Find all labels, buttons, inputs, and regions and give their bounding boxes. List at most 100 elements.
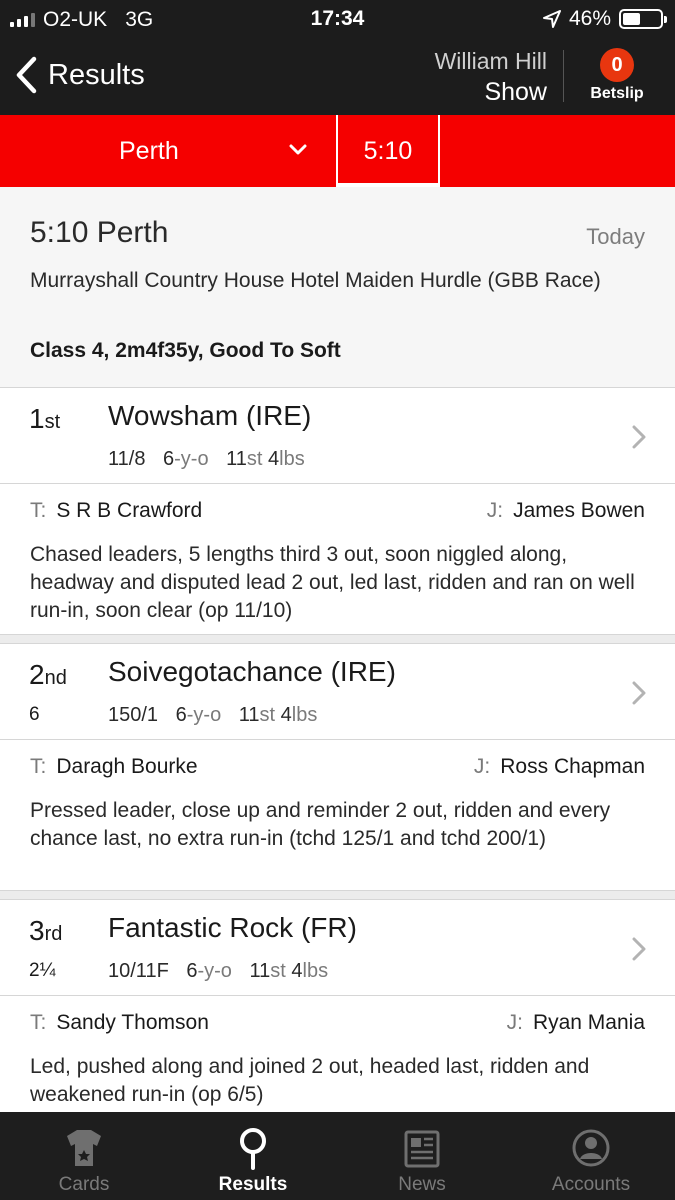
odds: 10/11F xyxy=(108,960,169,982)
back-button[interactable]: Results xyxy=(14,56,145,94)
finish-position: 1st xyxy=(29,403,60,435)
horse-name: Soivegotachance (IRE) xyxy=(108,656,396,687)
runner-row[interactable]: 2nd 6 Soivegotachance (IRE) 150/1 6-y-o … xyxy=(0,644,675,740)
jockey-name: Ross Chapman xyxy=(500,755,645,778)
newspaper-icon xyxy=(404,1130,440,1168)
account-icon xyxy=(572,1129,610,1167)
tab-accounts[interactable]: Accounts xyxy=(507,1112,675,1200)
tab-label: Cards xyxy=(58,1174,110,1195)
position-suffix: st xyxy=(44,411,61,433)
course-dropdown[interactable]: Perth xyxy=(0,115,336,187)
stones-unit: st xyxy=(246,448,263,470)
weight-stones: 11 xyxy=(249,960,271,982)
nav-bar: Results William Hill Show 0 Betslip xyxy=(0,38,675,115)
battery-icon xyxy=(619,9,667,29)
trainer-key: T: xyxy=(30,1011,47,1034)
chevron-right-icon xyxy=(632,425,646,449)
jockey-silks-icon xyxy=(67,1130,101,1166)
tab-cards[interactable]: Cards xyxy=(0,1112,168,1200)
race-comment: Led, pushed along and joined 2 out, head… xyxy=(30,1055,590,1106)
runner-row[interactable]: 1st Wowsham (IRE) 11/8 6-y-o 11st 4lbs xyxy=(0,388,675,484)
magnifier-icon xyxy=(240,1128,266,1170)
jockey-name: James Bowen xyxy=(513,499,645,522)
tab-results[interactable]: Results xyxy=(169,1112,337,1200)
race-day: Today xyxy=(586,224,645,249)
race-selector: Perth 5:10 xyxy=(0,115,675,187)
position-number: 1 xyxy=(29,403,45,434)
brand-name: William Hill xyxy=(434,48,547,74)
age-number: 6 xyxy=(163,448,175,470)
pounds-unit: lbs xyxy=(302,960,329,982)
race-class-info: Class 4, 2m4f35y, Good To Soft xyxy=(30,339,341,362)
weight-stones: 11 xyxy=(238,704,260,726)
beaten-distance: 2¼ xyxy=(29,960,56,981)
show-button[interactable]: Show xyxy=(435,78,547,107)
horse-name: Wowsham (IRE) xyxy=(108,400,312,431)
age-unit: -y-o xyxy=(174,448,209,470)
status-right: 46% xyxy=(542,7,667,31)
age-number: 6 xyxy=(186,960,198,982)
stones-unit: st xyxy=(270,960,286,982)
position-number: 3 xyxy=(29,915,45,946)
position-suffix: rd xyxy=(44,923,63,945)
trainer: T: Daragh Bourke xyxy=(30,755,198,779)
runner-meta: 150/1 6-y-o 11st 4lbs xyxy=(108,704,317,727)
runner-row[interactable]: 3rd 2¼ Fantastic Rock (FR) 10/11F 6-y-o … xyxy=(0,900,675,996)
odds: 150/1 xyxy=(108,704,159,726)
race-name: Murrayshall Country House Hotel Maiden H… xyxy=(30,269,601,292)
weight-stones: 11 xyxy=(226,448,247,470)
age-unit: -y-o xyxy=(197,960,232,982)
stones-unit: st xyxy=(259,704,276,726)
race-time-label: 5:10 xyxy=(363,137,413,165)
race-title: 5:10 Perth xyxy=(30,216,169,249)
runner-meta: 11/8 6-y-o 11st 4lbs xyxy=(108,448,305,471)
status-bar: O2-UK 3G 17:34 46% xyxy=(0,0,675,38)
back-label: Results xyxy=(48,58,145,91)
trainer-key: T: xyxy=(30,499,47,522)
jockey-key: J: xyxy=(506,1011,523,1034)
position-suffix: nd xyxy=(44,667,67,689)
finish-position: 2nd xyxy=(29,659,67,691)
tab-bar: Cards Results News Accounts xyxy=(0,1112,675,1200)
betslip-button[interactable]: 0 Betslip xyxy=(582,48,652,103)
battery-level xyxy=(623,13,640,25)
odds: 11/8 xyxy=(108,448,146,470)
pounds-unit: lbs xyxy=(291,704,318,726)
tab-label: News xyxy=(398,1174,446,1195)
runner-card: 2nd 6 Soivegotachance (IRE) 150/1 6-y-o … xyxy=(0,644,675,890)
race-time-tab[interactable]: 5:10 xyxy=(338,115,438,187)
chevron-right-icon xyxy=(632,937,646,961)
race-header: 5:10 Perth Today Murrayshall Country Hou… xyxy=(0,187,675,388)
age-number: 6 xyxy=(175,704,187,726)
battery-percent: 46% xyxy=(568,7,611,30)
betslip-count-badge: 0 xyxy=(600,48,634,82)
trainer-key: T: xyxy=(30,755,47,778)
horse-name: Fantastic Rock (FR) xyxy=(108,912,357,943)
jockey: J: James Bowen xyxy=(487,499,645,523)
tab-news[interactable]: News xyxy=(338,1112,506,1200)
card-separator xyxy=(0,634,675,644)
jockey: J: Ryan Mania xyxy=(507,1011,645,1035)
position-number: 2 xyxy=(29,659,45,690)
weight-pounds: 4 xyxy=(280,704,292,726)
trainer-name: Sandy Thomson xyxy=(56,1011,209,1034)
weight-pounds: 4 xyxy=(291,960,303,982)
course-label: Perth xyxy=(119,137,179,165)
race-comment: Chased leaders, 5 lengths third 3 out, s… xyxy=(30,543,635,622)
trainer-name: Daragh Bourke xyxy=(56,755,198,778)
chevron-down-icon xyxy=(289,144,307,155)
age-unit: -y-o xyxy=(186,704,222,726)
runner-meta: 10/11F 6-y-o 11st 4lbs xyxy=(108,960,328,983)
trainer-name: S R B Crawford xyxy=(56,499,203,522)
chevron-left-icon xyxy=(16,56,37,94)
jockey-name: Ryan Mania xyxy=(532,1011,645,1034)
tab-label: Results xyxy=(218,1174,288,1195)
tab-label: Accounts xyxy=(551,1174,631,1195)
beaten-distance: 6 xyxy=(29,704,40,725)
card-separator xyxy=(0,890,675,900)
jockey: J: Ross Chapman xyxy=(474,755,645,779)
brand-block: William Hill Show xyxy=(435,48,547,107)
runner-card: 3rd 2¼ Fantastic Rock (FR) 10/11F 6-y-o … xyxy=(0,900,675,1112)
race-comment: Pressed leader, close up and reminder 2 … xyxy=(30,799,611,850)
nav-divider xyxy=(563,50,564,102)
